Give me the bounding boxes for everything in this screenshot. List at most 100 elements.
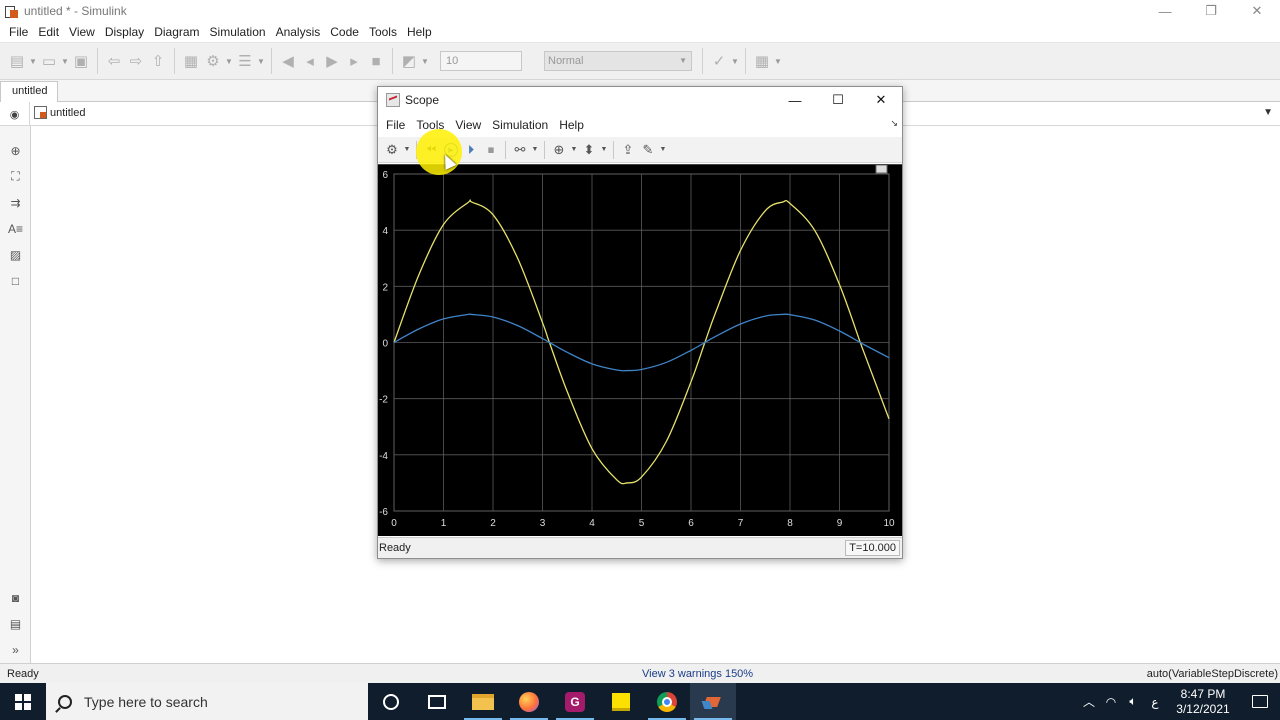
open-folder-icon[interactable]: ▭ bbox=[38, 50, 60, 72]
scope-menu-file[interactable]: File bbox=[382, 118, 412, 132]
simulation-mode-select[interactable]: Normal ▼ bbox=[544, 51, 692, 71]
close-button[interactable]: ✕ bbox=[1234, 0, 1280, 22]
scope-plot-area[interactable]: 0 1 2 3 4 5 6 7 8 9 10 6 4 2 0 -2 -4 -6 bbox=[378, 164, 902, 536]
run-icon[interactable]: ▶ bbox=[321, 50, 343, 72]
tab-untitled[interactable]: untitled bbox=[0, 81, 58, 102]
save-icon[interactable]: ▣ bbox=[70, 50, 92, 72]
menu-file[interactable]: File bbox=[4, 25, 33, 39]
explorer-dropdown-icon[interactable]: ▼ bbox=[256, 50, 266, 72]
highlight-signal-icon[interactable]: ⚯ bbox=[510, 140, 530, 160]
step-back-small-icon[interactable]: ◂ bbox=[299, 50, 321, 72]
breadcrumb-model[interactable]: untitled bbox=[34, 106, 85, 119]
image-icon[interactable]: ▨ bbox=[6, 245, 25, 264]
toolbar-separator bbox=[392, 48, 393, 74]
build-grid-icon[interactable]: ▦ bbox=[751, 50, 773, 72]
restore-button[interactable]: ❐ bbox=[1188, 0, 1234, 22]
scope-menu-simulation[interactable]: Simulation bbox=[488, 118, 555, 132]
stop-time-field[interactable]: 10 bbox=[440, 51, 522, 71]
sticky-notes-button[interactable] bbox=[598, 683, 644, 720]
step-back-icon[interactable]: ◀ bbox=[277, 50, 299, 72]
stop-icon[interactable]: ⏹︎ bbox=[481, 140, 501, 160]
dock-icon[interactable]: ↘ bbox=[890, 118, 898, 129]
cortana-button[interactable] bbox=[368, 683, 414, 720]
taskbar-search-box[interactable]: Type here to search bbox=[46, 683, 368, 720]
up-arrow-icon[interactable]: ⇧ bbox=[147, 50, 169, 72]
menu-help[interactable]: Help bbox=[402, 25, 437, 39]
arrow-direction-icon[interactable]: ⇉ bbox=[6, 193, 25, 212]
scope-settings-gear-icon[interactable]: ⚙ bbox=[382, 140, 402, 160]
scope-menu-tools[interactable]: Tools bbox=[412, 118, 451, 132]
hide-browser-icon[interactable]: ◉ bbox=[0, 102, 30, 126]
stop-icon[interactable]: ■ bbox=[365, 50, 387, 72]
minimize-button[interactable]: — bbox=[1142, 0, 1188, 22]
measurements-icon[interactable]: ✎ bbox=[638, 140, 658, 160]
measurements-dropdown-icon[interactable]: ▼ bbox=[658, 140, 668, 160]
camera-icon[interactable]: ◙ bbox=[6, 588, 25, 607]
menu-code[interactable]: Code bbox=[325, 25, 364, 39]
x-tick-label: 8 bbox=[787, 518, 793, 529]
settings-dropdown-icon[interactable]: ▼ bbox=[224, 50, 234, 72]
forward-arrow-icon[interactable]: ⇨ bbox=[125, 50, 147, 72]
highlight-dropdown-icon[interactable]: ▼ bbox=[530, 140, 540, 160]
scope-settings-dropdown-icon[interactable]: ▼ bbox=[402, 140, 412, 160]
model-explorer-icon[interactable]: ☰ bbox=[234, 50, 256, 72]
scope-menu-view[interactable]: View bbox=[451, 118, 488, 132]
annotation-icon[interactable]: A≡ bbox=[6, 219, 25, 238]
toolbar-separator bbox=[271, 48, 272, 74]
scope-menubar: File Tools View Simulation Help ↘ bbox=[378, 115, 902, 135]
scope-minimize-button[interactable]: — bbox=[774, 87, 816, 113]
scope-close-button[interactable]: ✕ bbox=[860, 87, 902, 113]
taskbar-clock[interactable]: 8:47 PM 3/12/2021 bbox=[1166, 687, 1240, 717]
fit-to-view-icon[interactable]: ⛶ bbox=[6, 167, 25, 186]
record-dropdown-icon[interactable]: ▼ bbox=[420, 50, 430, 72]
notifications-button[interactable] bbox=[1240, 683, 1280, 720]
menu-analysis[interactable]: Analysis bbox=[271, 25, 326, 39]
step-forward-icon[interactable]: ⏵︎ bbox=[461, 140, 481, 160]
scale-axes-icon[interactable]: ⬍ bbox=[579, 140, 599, 160]
expand-panel-icon[interactable]: » bbox=[6, 640, 25, 659]
scope-menu-help[interactable]: Help bbox=[555, 118, 591, 132]
model-settings-gear-icon[interactable]: ⚙ bbox=[202, 50, 224, 72]
property-inspector-icon[interactable]: ▤ bbox=[6, 614, 25, 633]
search-icon bbox=[58, 694, 72, 709]
menu-tools[interactable]: Tools bbox=[364, 25, 402, 39]
zoom-dropdown-icon[interactable]: ▼ bbox=[569, 140, 579, 160]
model-advisor-icon[interactable]: ✓ bbox=[708, 50, 730, 72]
status-warnings-link[interactable]: View 3 warnings 150% bbox=[642, 668, 753, 680]
start-button[interactable] bbox=[0, 683, 46, 720]
open-dropdown-icon[interactable]: ▼ bbox=[60, 50, 70, 72]
area-icon[interactable]: □ bbox=[6, 271, 25, 290]
menu-display[interactable]: Display bbox=[100, 25, 149, 39]
breadcrumb-dropdown-icon[interactable]: ▼ bbox=[1263, 107, 1273, 118]
record-icon[interactable]: ◩ bbox=[398, 50, 420, 72]
triggers-icon[interactable]: ⇪ bbox=[618, 140, 638, 160]
library-browser-icon[interactable]: ▦ bbox=[180, 50, 202, 72]
task-view-button[interactable] bbox=[414, 683, 460, 720]
advisor-dropdown-icon[interactable]: ▼ bbox=[730, 50, 740, 72]
step-forward-icon[interactable]: ▸ bbox=[343, 50, 365, 72]
new-dropdown-icon[interactable]: ▼ bbox=[28, 50, 38, 72]
chrome-button[interactable] bbox=[644, 683, 690, 720]
show-hidden-icons-chevron-icon[interactable]: ︿ bbox=[1078, 683, 1100, 720]
zoom-in-icon[interactable]: ⊕ bbox=[549, 140, 569, 160]
matlab-icon bbox=[703, 693, 723, 711]
matlab-button[interactable] bbox=[690, 683, 736, 720]
menu-edit[interactable]: Edit bbox=[33, 25, 64, 39]
menu-diagram[interactable]: Diagram bbox=[149, 25, 204, 39]
scope-maximize-button[interactable]: ☐ bbox=[817, 87, 859, 113]
step-back-icon[interactable]: ⏪︎ bbox=[421, 140, 441, 160]
menu-view[interactable]: View bbox=[64, 25, 100, 39]
zoom-icon[interactable]: ⊕ bbox=[6, 141, 25, 160]
scale-dropdown-icon[interactable]: ▼ bbox=[599, 140, 609, 160]
pdf-app-button[interactable]: G bbox=[552, 683, 598, 720]
new-model-icon[interactable]: ▤ bbox=[6, 50, 28, 72]
wifi-icon[interactable]: ◠ bbox=[1100, 683, 1122, 720]
build-dropdown-icon[interactable]: ▼ bbox=[773, 50, 783, 72]
file-explorer-button[interactable] bbox=[460, 683, 506, 720]
input-language-indicator[interactable]: ع bbox=[1144, 683, 1166, 720]
toolbar-separator bbox=[745, 48, 746, 74]
firefox-button[interactable] bbox=[506, 683, 552, 720]
speaker-icon[interactable]: 🔈︎ bbox=[1122, 683, 1144, 720]
back-arrow-icon[interactable]: ⇦ bbox=[103, 50, 125, 72]
menu-simulation[interactable]: Simulation bbox=[205, 25, 271, 39]
